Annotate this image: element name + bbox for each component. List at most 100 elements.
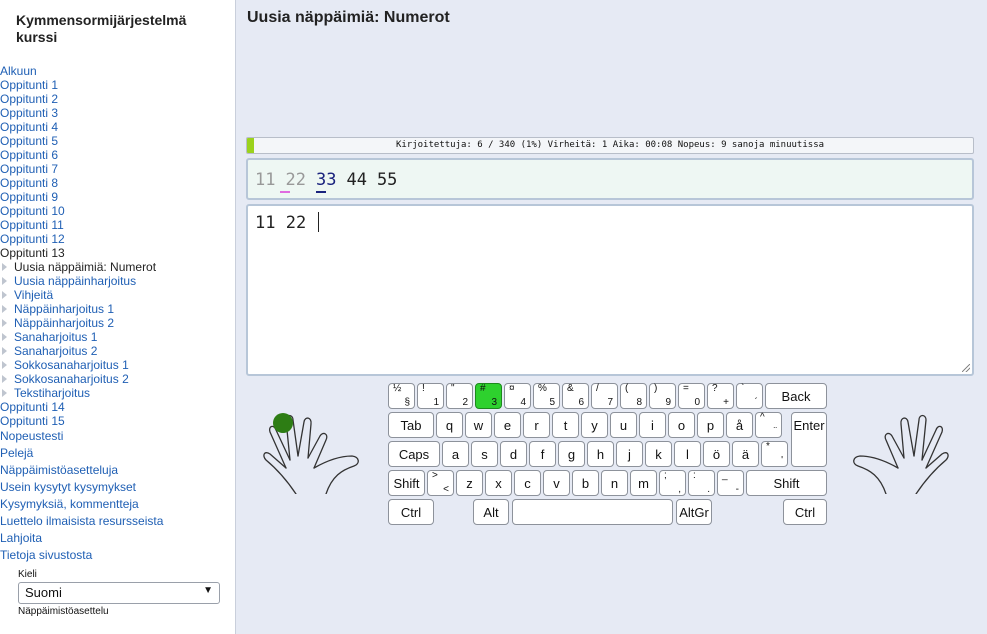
nav-lesson-link[interactable]: Oppitunti 12 xyxy=(0,232,65,246)
subnav-link[interactable]: Sokkosanaharjoitus 2 xyxy=(14,372,129,386)
key-4[interactable]: ¤ 4 xyxy=(504,383,531,409)
key-h[interactable]: h xyxy=(587,441,614,467)
tab-key[interactable]: Tab xyxy=(388,412,434,438)
key-p[interactable]: p xyxy=(697,412,724,438)
nav-resources-link[interactable]: Luettelo ilmaisista resursseista xyxy=(0,514,163,528)
subnav-link[interactable]: Uusia näppäinharjoitus xyxy=(14,274,136,288)
nav-home-link[interactable]: Alkuun xyxy=(0,64,37,78)
nav-faq-link[interactable]: Usein kysytyt kysymykset xyxy=(0,480,136,494)
key-plus[interactable]: ? + xyxy=(707,383,734,409)
subnav-link[interactable]: Näppäinharjoitus 2 xyxy=(14,316,114,330)
key-acute[interactable]: ` ´ xyxy=(736,383,763,409)
key-period[interactable]: :. xyxy=(688,470,715,496)
target-token-current: 33 xyxy=(315,170,336,193)
key-7[interactable]: /7 xyxy=(591,383,618,409)
nav-lesson-link[interactable]: Oppitunti 7 xyxy=(0,162,58,176)
nav-games-link[interactable]: Pelejä xyxy=(0,446,33,460)
nav-lesson-link[interactable]: Oppitunti 1 xyxy=(0,78,58,92)
caps-lock-key[interactable]: Caps xyxy=(388,441,440,467)
nav-lesson-link[interactable]: Oppitunti 2 xyxy=(0,92,58,106)
altgr-key[interactable]: AltGr xyxy=(676,499,712,525)
key-comma[interactable]: ;, xyxy=(659,470,686,496)
key-t[interactable]: t xyxy=(552,412,579,438)
nav-lesson-link[interactable]: Oppitunti 15 xyxy=(0,414,65,428)
typing-input[interactable]: 11 22 xyxy=(246,204,974,376)
key-caret[interactable]: ^ ¨ xyxy=(755,412,782,438)
typed-text: 11 22 xyxy=(255,213,317,233)
subnav-link[interactable]: Vihjeitä xyxy=(14,288,53,302)
nav-lesson-link[interactable]: Oppitunti 4 xyxy=(0,120,58,134)
nav-lesson-link[interactable]: Oppitunti 5 xyxy=(0,134,58,148)
key-o-umlaut[interactable]: ö xyxy=(703,441,730,467)
key-u[interactable]: u xyxy=(610,412,637,438)
key-o[interactable]: o xyxy=(668,412,695,438)
subnav-current-item: Uusia näppäimiä: Numerot xyxy=(14,260,157,274)
key-c[interactable]: c xyxy=(514,470,541,496)
nav-lesson-link[interactable]: Oppitunti 6 xyxy=(0,148,58,162)
key-k[interactable]: k xyxy=(645,441,672,467)
key-a[interactable]: a xyxy=(442,441,469,467)
nav-layouts-link[interactable]: Näppäimistöasetteluja xyxy=(0,463,118,477)
key-2[interactable]: " 2 xyxy=(446,383,473,409)
key-m[interactable]: m xyxy=(630,470,657,496)
resize-handle-icon[interactable] xyxy=(962,364,970,372)
key-s[interactable]: s xyxy=(471,441,498,467)
key-i[interactable]: i xyxy=(639,412,666,438)
key-j[interactable]: j xyxy=(616,441,643,467)
key-z[interactable]: z xyxy=(456,470,483,496)
key-q[interactable]: q xyxy=(436,412,463,438)
left-ctrl-key[interactable]: Ctrl xyxy=(388,499,434,525)
key-6[interactable]: & 6 xyxy=(562,383,589,409)
space-key[interactable] xyxy=(512,499,673,525)
key-w[interactable]: w xyxy=(465,412,492,438)
language-select[interactable]: Suomi ▼ xyxy=(18,582,220,604)
stats-text: Kirjoitettuja: 6 / 340 (1%) Virheitä: 1 … xyxy=(395,140,825,150)
nav-lesson-link[interactable]: Oppitunti 3 xyxy=(0,106,58,120)
subnav-link[interactable]: Tekstiharjoitus xyxy=(14,386,90,400)
key-less-than[interactable]: > < xyxy=(427,470,454,496)
chevron-down-icon: ▼ xyxy=(203,585,213,596)
nav-lesson-link[interactable]: Oppitunti 14 xyxy=(0,400,65,414)
nav-questions-link[interactable]: Kysymyksiä, kommentteja xyxy=(0,497,139,511)
nav-about-link[interactable]: Tietoja sivustosta xyxy=(0,548,92,562)
subnav-link[interactable]: Sokkosanaharjoitus 1 xyxy=(14,358,129,372)
key-v[interactable]: v xyxy=(543,470,570,496)
key-y[interactable]: y xyxy=(581,412,608,438)
key-d[interactable]: d xyxy=(500,441,527,467)
enter-key[interactable]: Enter xyxy=(791,412,827,467)
nav-speedtest-link[interactable]: Nopeustesti xyxy=(0,429,63,443)
key-x[interactable]: x xyxy=(485,470,512,496)
nav-lesson-link[interactable]: Oppitunti 11 xyxy=(0,218,64,232)
right-ctrl-key[interactable]: Ctrl xyxy=(783,499,827,525)
key-8[interactable]: (8 xyxy=(620,383,647,409)
key-l[interactable]: l xyxy=(674,441,701,467)
nav-donate-link[interactable]: Lahjoita xyxy=(0,531,42,545)
key-0[interactable]: = 0 xyxy=(678,383,705,409)
right-shift-key[interactable]: Shift xyxy=(746,470,827,496)
nav-lesson-link[interactable]: Oppitunti 8 xyxy=(0,176,58,190)
key-b[interactable]: b xyxy=(572,470,599,496)
key-minus[interactable]: _ - xyxy=(717,470,744,496)
key-f[interactable]: f xyxy=(529,441,556,467)
alt-key[interactable]: Alt xyxy=(473,499,509,525)
nav-lesson-link[interactable]: Oppitunti 9 xyxy=(0,190,58,204)
key-1[interactable]: ! 1 xyxy=(417,383,444,409)
key-a-ring[interactable]: å xyxy=(726,412,753,438)
key-e[interactable]: e xyxy=(494,412,521,438)
key-apostrophe[interactable]: * ' xyxy=(761,441,788,467)
key-section[interactable]: ½ § xyxy=(388,383,415,409)
key-5[interactable]: % 5 xyxy=(533,383,560,409)
key-9[interactable]: ) 9 xyxy=(649,383,676,409)
key-3-highlighted[interactable]: #3 xyxy=(475,383,502,409)
lesson-subnav: Uusia näppäimiä: Numerot Uusia näppäinha… xyxy=(0,260,235,400)
key-n[interactable]: n xyxy=(601,470,628,496)
key-r[interactable]: r xyxy=(523,412,550,438)
key-g[interactable]: g xyxy=(558,441,585,467)
key-a-umlaut[interactable]: ä xyxy=(732,441,759,467)
subnav-link[interactable]: Sanaharjoitus 2 xyxy=(14,344,97,358)
subnav-link[interactable]: Sanaharjoitus 1 xyxy=(14,330,97,344)
subnav-link[interactable]: Näppäinharjoitus 1 xyxy=(14,302,114,316)
backspace-key[interactable]: Back xyxy=(765,383,827,409)
nav-lesson-link[interactable]: Oppitunti 10 xyxy=(0,204,65,218)
left-shift-key[interactable]: Shift xyxy=(388,470,425,496)
